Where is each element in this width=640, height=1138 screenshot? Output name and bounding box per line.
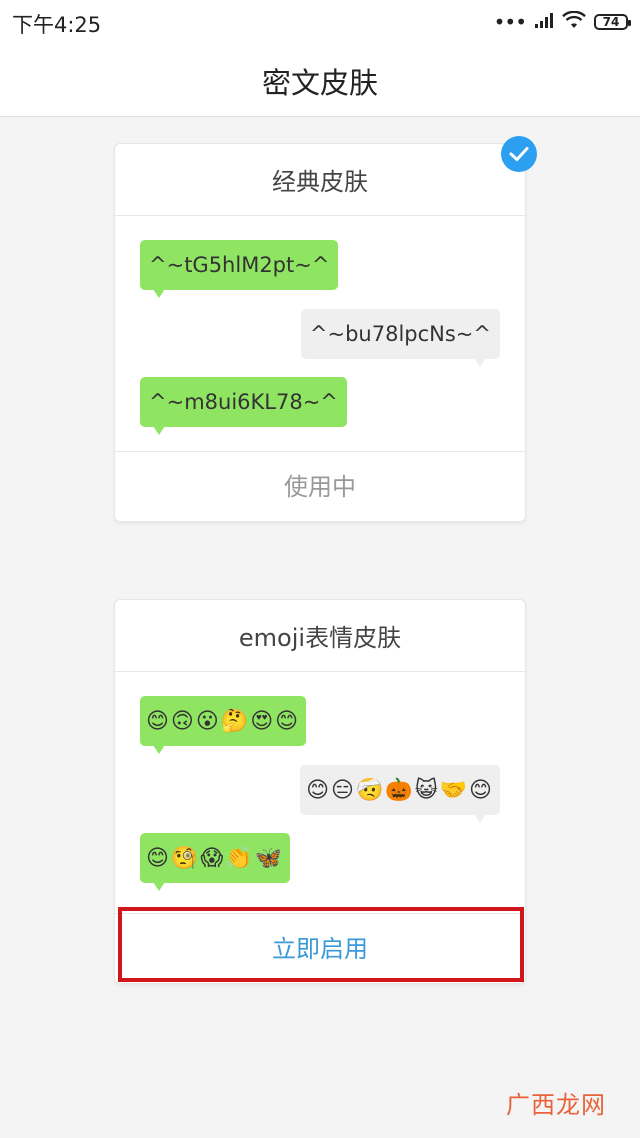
cell-signal-icon [534, 12, 554, 32]
page-title: 密文皮肤 [261, 66, 378, 100]
skin-card-title: emoji表情皮肤 [115, 600, 525, 672]
status-icons: ••• 74 [493, 10, 631, 34]
enable-now-button[interactable]: 立即启用 [115, 913, 525, 983]
chat-bubble-right: 😊😑🤕🎃😺🤝😊 [300, 765, 500, 823]
skin-card-title: 经典皮肤 [115, 144, 525, 216]
battery-icon: 74 [594, 14, 631, 30]
selected-check-icon [501, 136, 537, 172]
wifi-icon [562, 10, 586, 33]
chat-bubble-left: 😊🙃😮🤔😍😊 [140, 696, 307, 754]
skin-card-emoji[interactable]: emoji表情皮肤 😊🙃😮🤔😍😊 😊😑🤕🎃😺🤝😊 😊🧐😱👏🦋 立即启用 [114, 599, 526, 984]
chat-bubble-right: ^~bu78lpcNs~^ [300, 309, 500, 367]
chat-bubble-left: ^~tG5hlM2pt~^ [140, 240, 339, 298]
signal-dots: ••• [493, 10, 527, 34]
status-time: 下午4:25 [12, 13, 102, 37]
skin-card-classic[interactable]: 经典皮肤 ^~tG5hlM2pt~^ ^~bu78lpcNs~^ ^~m8ui6… [114, 143, 526, 522]
chat-bubble-left: ^~m8ui6KL78~^ [140, 377, 347, 435]
top-bar: 下午4:25 ••• 74 密文皮肤 [0, 0, 640, 117]
in-use-label: 使用中 [115, 451, 525, 521]
chat-bubble-left: 😊🧐😱👏🦋 [140, 833, 291, 891]
watermark: 广西龙网 [506, 1091, 606, 1119]
